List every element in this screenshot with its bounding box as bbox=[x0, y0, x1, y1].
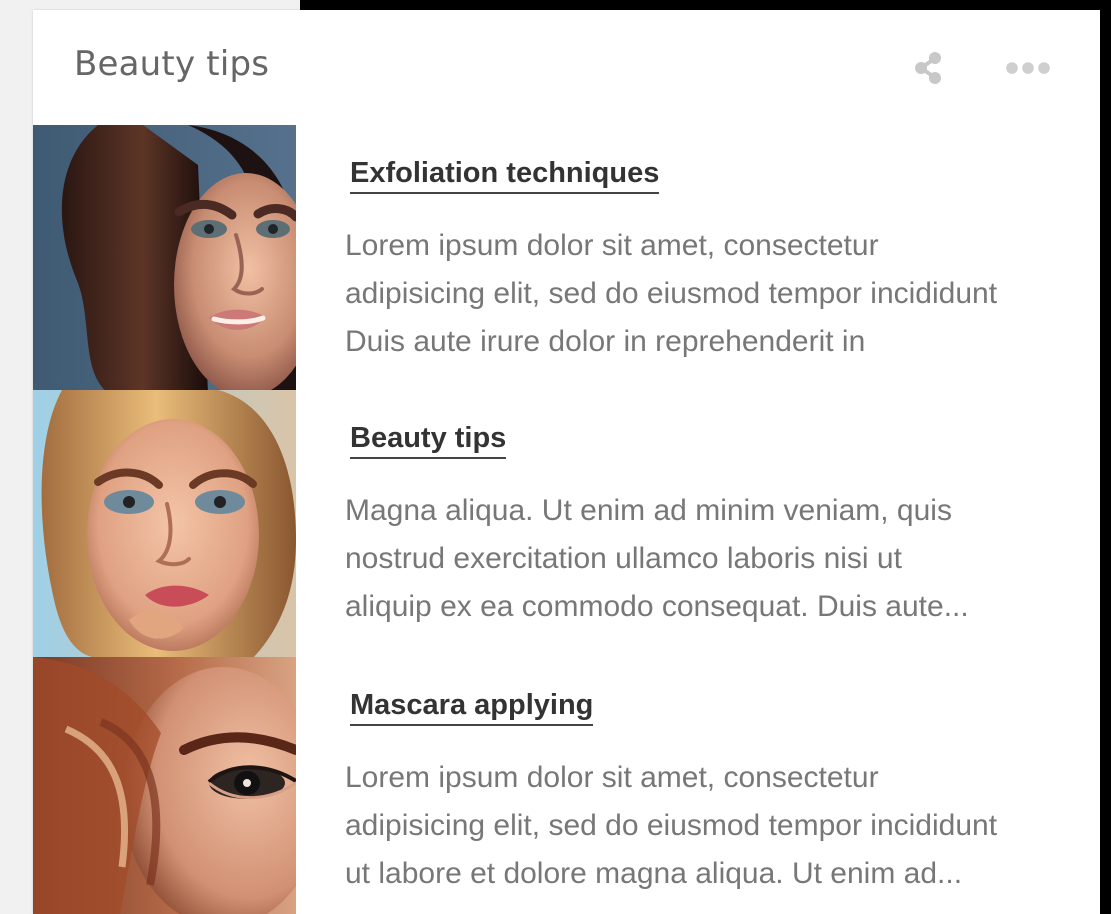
card-title: Beauty tips bbox=[74, 44, 270, 84]
share-icon bbox=[915, 52, 941, 84]
share-button[interactable] bbox=[899, 46, 957, 90]
portrait-image bbox=[33, 125, 296, 393]
portrait-image bbox=[33, 390, 296, 658]
excerpt-line: Duis aute irure dolor in reprehenderit i… bbox=[345, 325, 866, 358]
story-excerpt: Lorem ipsum dolor sit amet, consectetur … bbox=[345, 754, 1085, 898]
excerpt-line: adipisicing elit, sed do eiusmod tempor … bbox=[345, 809, 998, 842]
excerpt-line: aliquip ex ea commodo consequat. Duis au… bbox=[345, 590, 969, 623]
portrait-image bbox=[33, 657, 296, 914]
excerpt-line: Lorem ipsum dolor sit amet, consectetur bbox=[345, 761, 879, 794]
more-button[interactable] bbox=[999, 46, 1057, 90]
card-header: Beauty tips bbox=[33, 10, 1100, 126]
screen: Beauty tips Exfoliation techniques Lorem… bbox=[0, 0, 1111, 914]
excerpt-line: Lorem ipsum dolor sit amet, consectetur bbox=[345, 229, 879, 262]
story-excerpt: Magna aliqua. Ut enim ad minim veniam, q… bbox=[345, 487, 1085, 631]
right-black-bar bbox=[1100, 0, 1111, 914]
more-horizontal-icon bbox=[1006, 62, 1050, 74]
story-title[interactable]: Beauty tips bbox=[350, 422, 507, 459]
story-exfoliation[interactable]: Exfoliation techniques Lorem ipsum dolor… bbox=[33, 125, 1100, 394]
story-beauty-tips[interactable]: Beauty tips Magna aliqua. Ut enim ad min… bbox=[33, 390, 1100, 659]
story-image[interactable] bbox=[33, 657, 296, 914]
beauty-tips-card: Beauty tips Exfoliation techniques Lorem… bbox=[33, 10, 1100, 914]
story-image[interactable] bbox=[33, 125, 296, 393]
story-excerpt: Lorem ipsum dolor sit amet, consectetur … bbox=[345, 222, 1085, 366]
excerpt-line: nostrud exercitation ullamco laboris nis… bbox=[345, 542, 902, 575]
excerpt-line: Magna aliqua. Ut enim ad minim veniam, q… bbox=[345, 494, 952, 527]
excerpt-line: adipisicing elit, sed do eiusmod tempor … bbox=[345, 277, 998, 310]
story-title[interactable]: Mascara applying bbox=[350, 689, 594, 726]
story-mascara-applying[interactable]: Mascara applying Lorem ipsum dolor sit a… bbox=[33, 657, 1100, 914]
story-image[interactable] bbox=[33, 390, 296, 658]
excerpt-line: ut labore et dolore magna aliqua. Ut eni… bbox=[345, 857, 963, 890]
story-title[interactable]: Exfoliation techniques bbox=[350, 157, 660, 194]
